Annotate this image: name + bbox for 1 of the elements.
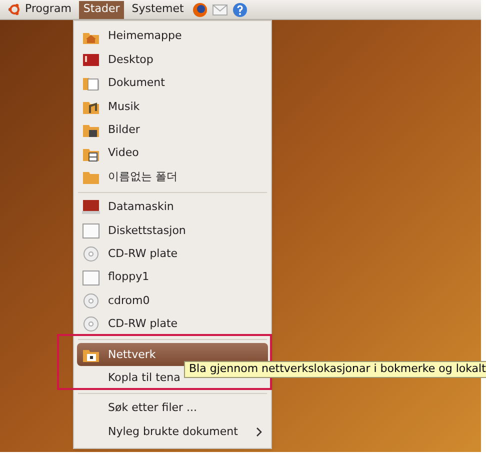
tooltip: Bla gjennom nettverkslokasjonar i bokmerke og lokalt: [184, 361, 486, 378]
